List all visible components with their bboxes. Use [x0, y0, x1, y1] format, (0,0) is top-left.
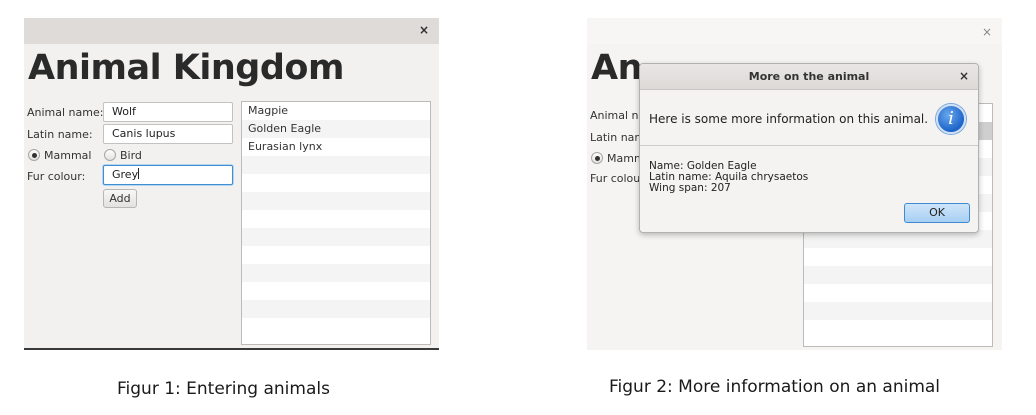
latin-name-label: Latin nam — [590, 131, 646, 144]
list-item[interactable]: Eurasian lynx — [242, 138, 430, 156]
dialog-title: More on the animal — [748, 70, 870, 83]
bird-radio-label: Bird — [120, 149, 142, 162]
list-empty-row[interactable] — [804, 302, 992, 320]
animal-name-label: Animal name: — [27, 106, 104, 119]
window-titlebar: × — [24, 18, 439, 44]
dialog-titlebar: More on the animal × — [640, 64, 978, 90]
fur-colour-label: Fur colour — [590, 172, 645, 185]
list-empty-row[interactable] — [804, 284, 992, 302]
latin-name-input[interactable]: Canis lupus — [103, 124, 233, 144]
screenshot-more-information: × An Animal na Latin nam Mamm Fur colour… — [587, 18, 1002, 350]
dialog-header-text: Here is some more information on this an… — [649, 112, 929, 126]
list-empty-row[interactable] — [242, 174, 430, 192]
figure-1-caption: Figur 1: Entering animals — [117, 379, 330, 399]
list-empty-row[interactable] — [804, 266, 992, 284]
info-icon: i — [936, 104, 966, 134]
list-empty-row[interactable] — [242, 282, 430, 300]
latin-name-label: Latin name: — [27, 128, 93, 141]
window-close-icon[interactable]: × — [417, 23, 431, 37]
mammal-radio-label: Mammal — [44, 149, 92, 162]
list-empty-row[interactable] — [242, 264, 430, 282]
list-empty-row[interactable] — [804, 248, 992, 266]
list-empty-row[interactable] — [242, 156, 430, 174]
mammal-radio[interactable] — [591, 152, 603, 164]
window-titlebar: × — [587, 18, 1002, 44]
list-item[interactable]: Magpie — [242, 102, 430, 120]
app-title: Animal Kingdom — [28, 48, 344, 88]
ok-button[interactable]: OK — [904, 203, 970, 223]
figure-2-caption: Figur 2: More information on an animal — [609, 377, 941, 397]
list-empty-row[interactable] — [242, 192, 430, 210]
animal-list[interactable]: Magpie Golden Eagle Eurasian lynx — [241, 101, 431, 345]
dialog-close-icon[interactable]: × — [959, 69, 969, 83]
dialog-content-line: Wing span: 207 — [649, 182, 731, 194]
screenshot-entering-animals: × Animal Kingdom Animal name: Wolf Latin… — [24, 18, 439, 350]
text-caret — [138, 168, 140, 179]
fur-colour-label: Fur colour: — [27, 170, 86, 183]
list-empty-row[interactable] — [804, 320, 992, 338]
list-empty-row[interactable] — [242, 318, 430, 336]
info-dialog: More on the animal × Here is some more i… — [639, 63, 979, 233]
bird-radio[interactable] — [104, 149, 116, 161]
window-close-icon[interactable]: × — [980, 25, 994, 39]
animal-name-input[interactable]: Wolf — [103, 102, 233, 122]
list-empty-row[interactable] — [242, 246, 430, 264]
list-item[interactable]: Golden Eagle — [242, 120, 430, 138]
dialog-separator — [640, 145, 978, 146]
list-empty-row[interactable] — [242, 210, 430, 228]
fur-colour-value: Grey — [112, 168, 139, 181]
add-button[interactable]: Add — [103, 189, 137, 208]
fur-colour-input[interactable]: Grey — [103, 165, 233, 185]
app-title-partial: An — [591, 48, 643, 88]
list-empty-row[interactable] — [242, 228, 430, 246]
animal-name-label: Animal na — [590, 109, 646, 122]
list-empty-row[interactable] — [242, 300, 430, 318]
mammal-radio[interactable] — [28, 149, 40, 161]
